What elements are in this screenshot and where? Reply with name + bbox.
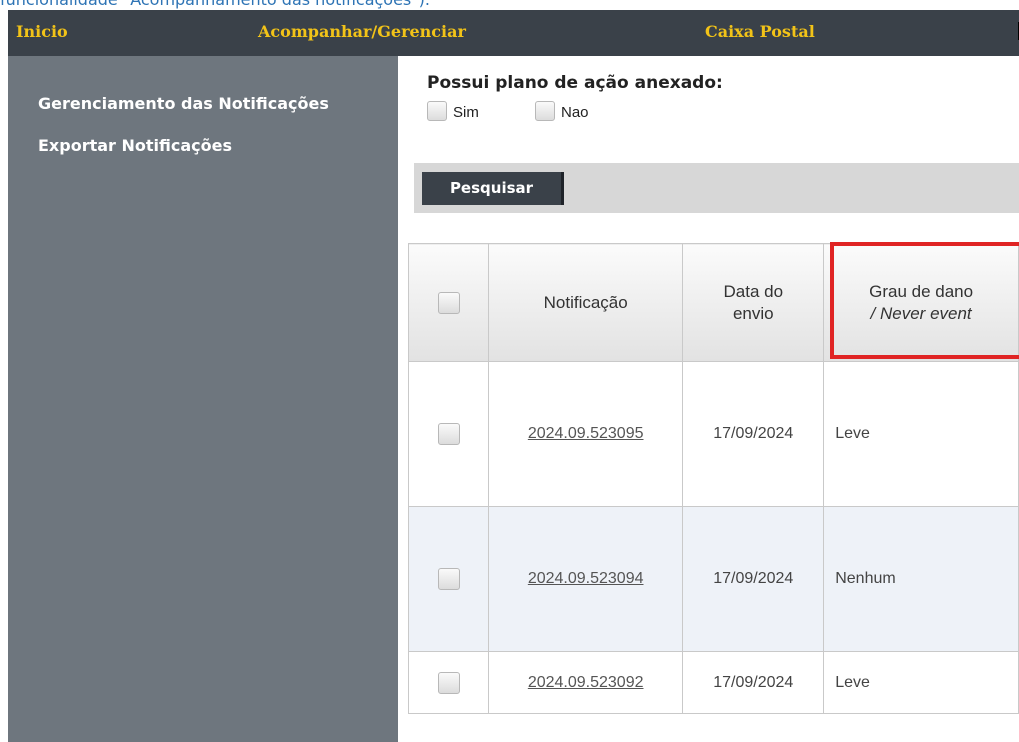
sidebar-item-exportar[interactable]: Exportar Notificações — [38, 136, 232, 155]
option-sim-label: Sim — [453, 104, 479, 121]
header-notificacao[interactable]: Notificação — [488, 243, 684, 362]
notification-id-cell: 2024.09.523092 — [488, 651, 684, 714]
header-select-all-cell — [407, 243, 490, 362]
document-caption: funcionalidade "Acompanhamento das notif… — [0, 0, 1019, 10]
search-button-shadow — [561, 172, 564, 205]
header-notificacao-label: Notificação — [543, 292, 628, 312]
notification-link[interactable]: 2024.09.523092 — [528, 674, 644, 691]
action-plan-filter-label: Possui plano de ação anexado: — [427, 73, 723, 93]
row-checkbox[interactable] — [437, 423, 460, 445]
nav-item-acompanhar-gerenciar[interactable]: Acompanhar/Gerenciar — [258, 22, 466, 41]
row-checkbox[interactable] — [437, 568, 460, 590]
notification-id-cell: 2024.09.523095 — [488, 361, 684, 507]
checkbox-nao[interactable] — [535, 101, 555, 121]
row-checkbox-cell — [407, 506, 490, 652]
select-all-checkbox[interactable] — [437, 291, 460, 314]
search-button[interactable]: Pesquisar — [422, 172, 564, 205]
notification-link[interactable]: 2024.09.523094 — [528, 570, 644, 587]
header-data-line2: envio — [732, 303, 774, 323]
header-data-line1: Data do — [723, 281, 784, 301]
send-date-cell: 17/09/2024 — [682, 506, 825, 652]
search-bar: Pesquisar — [414, 163, 1019, 213]
row-checkbox[interactable] — [437, 671, 460, 694]
table-row: 2024.09.523094 17/09/2024 Nenhum — [407, 506, 1019, 652]
header-grau-line1: Grau de dano — [869, 281, 974, 301]
send-date-cell: 17/09/2024 — [682, 361, 825, 507]
damage-degree-cell: Leve — [823, 361, 1019, 507]
option-nao-label: Nao — [561, 104, 589, 121]
search-button-label: Pesquisar — [449, 179, 534, 197]
checkbox-sim[interactable] — [427, 101, 447, 121]
top-navigation: Inicio Acompanhar/Gerenciar Caixa Postal — [8, 10, 1019, 56]
damage-degree-cell: Nenhum — [823, 506, 1019, 652]
send-date-cell: 17/09/2024 — [682, 651, 825, 714]
notifications-table: Notificação Data do envio Grau de dano /… — [407, 243, 1019, 714]
sidebar-item-gerenciamento[interactable]: Gerenciamento das Notificações — [38, 94, 329, 113]
sidebar: Gerenciamento das Notificações Exportar … — [8, 56, 398, 742]
table-row: 2024.09.523092 17/09/2024 Leve — [407, 651, 1019, 714]
nav-item-caixa-postal[interactable]: Caixa Postal — [705, 22, 815, 41]
header-grau-line2: / Never event — [870, 303, 972, 323]
header-data-envio[interactable]: Data do envio — [682, 243, 825, 362]
damage-degree-cell: Leve — [823, 651, 1019, 714]
main-content: Possui plano de ação anexado: Sim Nao Pe… — [398, 56, 1019, 742]
row-checkbox-cell — [407, 651, 490, 714]
notification-id-cell: 2024.09.523094 — [488, 506, 684, 652]
row-checkbox-cell — [407, 361, 490, 507]
notification-link[interactable]: 2024.09.523095 — [528, 425, 644, 442]
nav-item-inicio[interactable]: Inicio — [16, 22, 68, 41]
header-grau-dano[interactable]: Grau de dano / Never event — [823, 243, 1019, 362]
table-header-row: Notificação Data do envio Grau de dano /… — [407, 243, 1019, 362]
table-row: 2024.09.523095 17/09/2024 Leve — [407, 361, 1019, 507]
